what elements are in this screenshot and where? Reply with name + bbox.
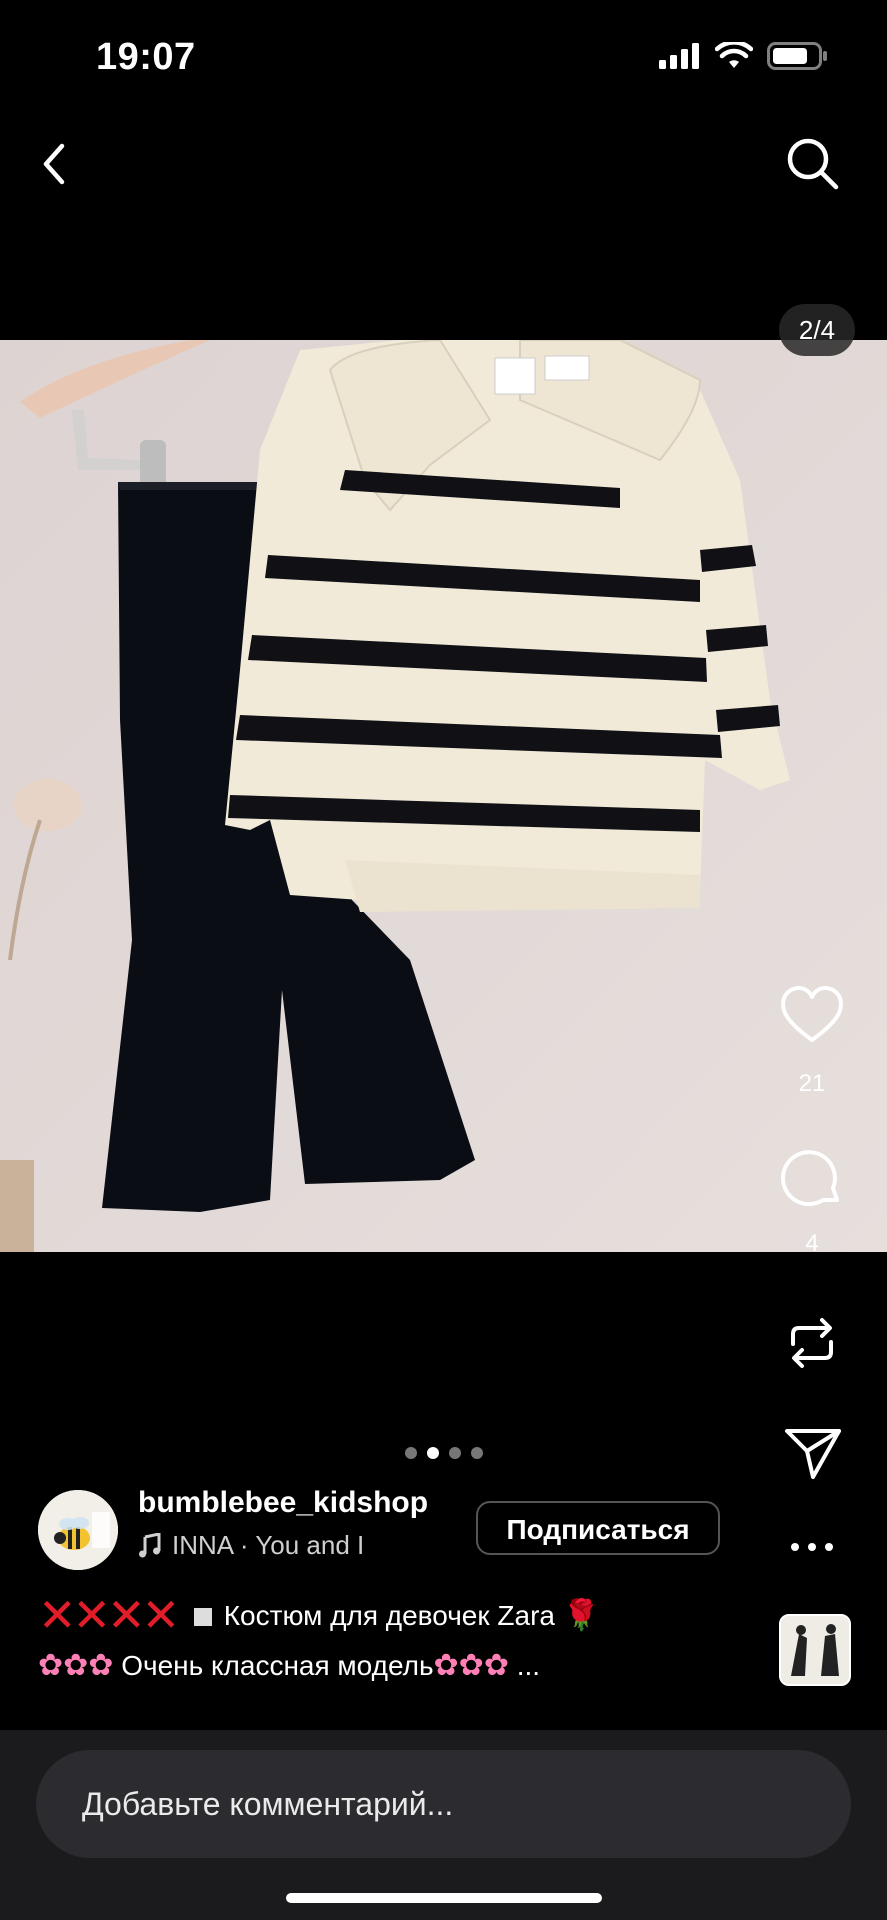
more-icon (791, 1543, 833, 1551)
like-button[interactable] (777, 980, 847, 1050)
caption-line-2-text: Очень классная модель (113, 1650, 434, 1681)
more-options-button[interactable] (777, 1512, 847, 1582)
comment-bubble-icon (780, 1150, 839, 1207)
carousel-dot (470, 1447, 483, 1459)
carousel-dot-active (426, 1447, 439, 1459)
back-button[interactable] (34, 136, 74, 192)
comment-count: 4 (805, 1230, 819, 1257)
carousel-dots (0, 1447, 887, 1459)
follow-button[interactable]: Подписаться (476, 1501, 720, 1555)
search-icon (787, 138, 839, 190)
caption-line-1-text: Костюм для девочек Zara (215, 1600, 563, 1631)
home-indicator[interactable] (286, 1893, 602, 1903)
account-avatar[interactable] (38, 1490, 118, 1570)
photo-counter: 2/4 (779, 304, 855, 356)
like-count: 21 (798, 1070, 826, 1097)
carousel-dot (404, 1447, 417, 1459)
account-username[interactable]: bumblebee_kidshop (138, 1486, 428, 1520)
status-time: 19:07 (96, 36, 196, 78)
repost-icon (791, 1318, 833, 1368)
bee-logo-image (38, 1490, 118, 1570)
heart-icon (781, 986, 843, 1042)
audio-thumbnail[interactable] (779, 1614, 851, 1686)
caption-line-1: ✕✕✕✕ Костюм для девочек Zara 🌹 (38, 1590, 738, 1641)
audio-thumbnail-image (781, 1616, 849, 1684)
status-icons (659, 42, 829, 70)
repost-button[interactable] (777, 1308, 847, 1378)
post-caption[interactable]: ✕✕✕✕ Костюм для девочек Zara 🌹 ✿✿✿ Очень… (38, 1590, 738, 1691)
carousel-dot (448, 1447, 461, 1459)
battery-icon (767, 42, 827, 70)
caption-line-2: ✿✿✿ Очень классная модель✿✿✿ ... (38, 1641, 738, 1691)
chevron-left-icon (43, 143, 65, 185)
music-info[interactable]: INNA · You and I (138, 1530, 364, 1561)
wifi-icon (715, 42, 753, 68)
music-note-icon (139, 1532, 161, 1557)
comment-input[interactable] (36, 1750, 851, 1858)
comment-button[interactable] (777, 1144, 847, 1214)
rose-icon: 🌹 (562, 1599, 601, 1632)
search-button[interactable] (783, 134, 843, 194)
music-label: INNA · You and I (172, 1530, 365, 1560)
post-photo[interactable] (0, 340, 887, 1252)
flower-icon: ✿✿✿ (433, 1649, 509, 1682)
caption-more-ellipsis[interactable]: ... (509, 1650, 540, 1681)
white-square-icon (193, 1608, 212, 1626)
flower-icon: ✿✿✿ (38, 1649, 114, 1682)
cellular-signal-icon (659, 43, 699, 69)
product-photo-image (0, 340, 887, 1252)
red-cross-icon: ✕✕✕✕ (38, 1589, 180, 1641)
